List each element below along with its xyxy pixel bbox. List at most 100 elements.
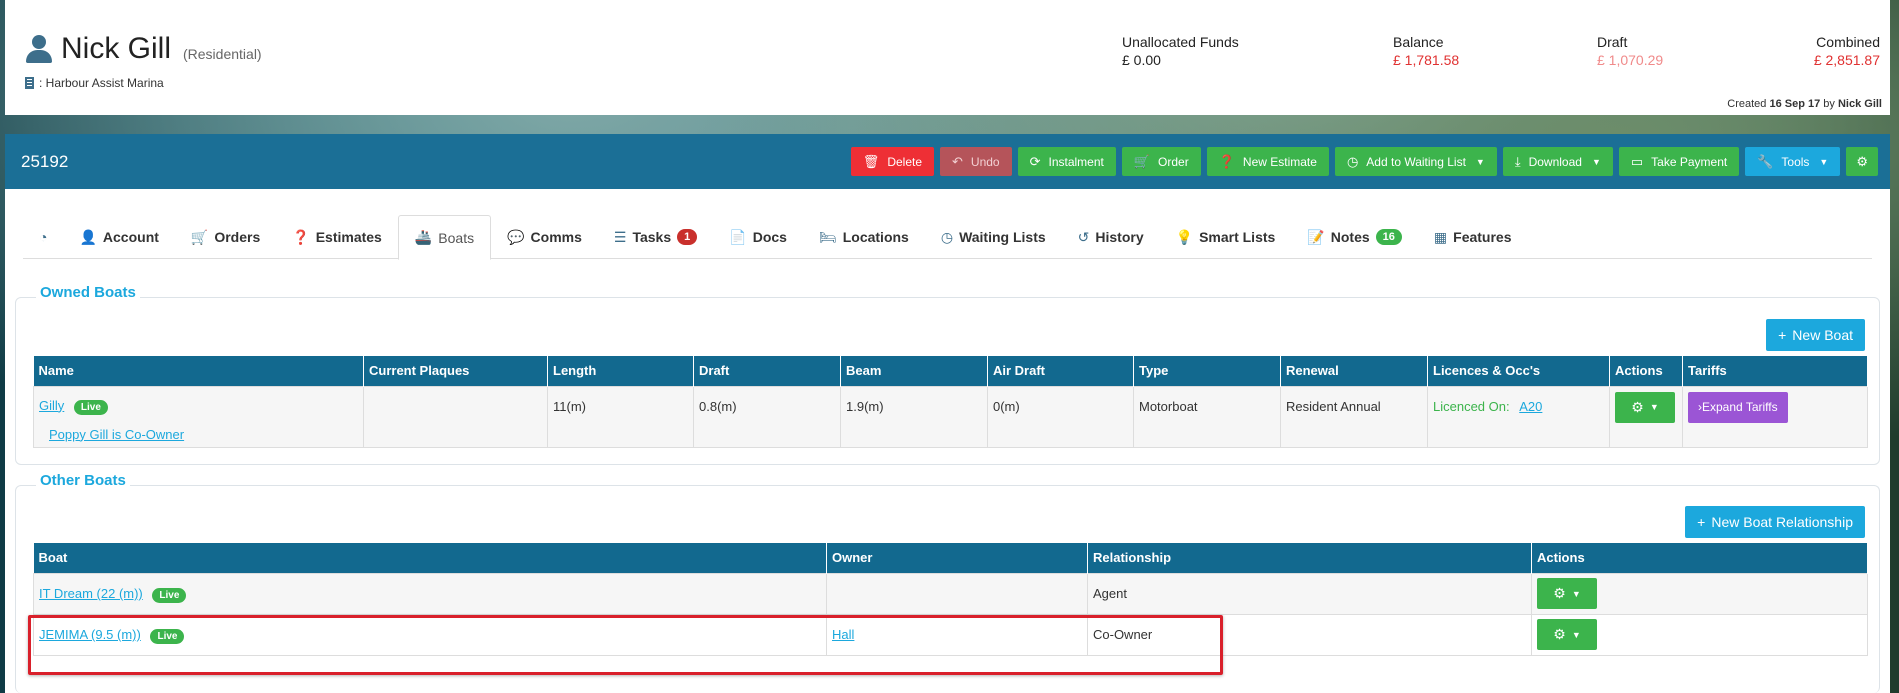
clock-icon: ◷ xyxy=(940,228,954,245)
col-owner: Owner xyxy=(826,543,1088,573)
tab-locations-label: Locations xyxy=(842,229,909,245)
undo-icon: ↶ xyxy=(952,153,963,169)
tab-docs[interactable]: 📄 Docs xyxy=(713,215,803,259)
tab-features-label: Features xyxy=(1453,229,1512,245)
undo-button[interactable]: ↶ Undo xyxy=(940,147,1012,176)
card-icon: ▭ xyxy=(1630,153,1644,169)
building-icon xyxy=(25,77,34,89)
tab-smart-lists[interactable]: 💡 Smart Lists xyxy=(1160,215,1292,259)
boat-cell: IT Dream (22 (m)) Live xyxy=(33,572,827,615)
col-actions: Actions xyxy=(1531,543,1868,573)
col-relationship: Relationship xyxy=(1087,543,1532,573)
add-to-waiting-list-button[interactable]: ◷ Add to Waiting List ▼ xyxy=(1334,147,1497,176)
unallocated-funds: Unallocated Funds £ 0.00 xyxy=(1122,34,1239,68)
tab-comms[interactable]: 💬 Comms xyxy=(491,215,598,259)
download-button[interactable]: ⤓ Download ▼ xyxy=(1502,147,1613,176)
dashboard-icon: ◔ xyxy=(39,229,48,245)
tab-comms-label: Comms xyxy=(530,229,582,245)
licenced-on-label: Licenced On: xyxy=(1433,398,1510,414)
col-name: Name xyxy=(33,356,364,386)
new-estimate-button[interactable]: ❓ New Estimate xyxy=(1206,147,1329,176)
tab-locations[interactable]: 🛏 Locations xyxy=(803,215,925,259)
order-button[interactable]: 🛒 Order xyxy=(1121,147,1201,176)
plaques-cell xyxy=(363,385,548,448)
created-user: Nick Gill xyxy=(1837,98,1882,110)
note-icon: 📝 xyxy=(1307,228,1325,245)
col-length: Length xyxy=(547,356,694,386)
tab-orders-label: Orders xyxy=(214,229,261,245)
tab-tasks[interactable]: ☰ Tasks 1 xyxy=(598,215,713,259)
actions-cell: ⚙ ▼ xyxy=(1531,572,1868,615)
col-licences: Licences & Occ's xyxy=(1427,356,1610,386)
gears-icon: ⚙ xyxy=(1553,626,1566,642)
highlight-annotation xyxy=(28,615,1223,675)
tab-boats[interactable]: 🚢 Boats xyxy=(397,215,492,260)
renewal-cell: Resident Annual xyxy=(1280,385,1428,448)
balance-value: £ 1,781.58 xyxy=(1393,52,1460,68)
tab-waiting-label: Waiting Lists xyxy=(959,229,1046,245)
tab-account[interactable]: 👤 Account xyxy=(63,215,174,259)
coowner-link[interactable]: Poppy Gill is Co-Owner xyxy=(49,427,184,442)
licence-cell: Licenced On: A20 xyxy=(1427,385,1610,448)
boat-link[interactable]: Gilly xyxy=(39,398,64,413)
gear-icon: ⚙ xyxy=(1856,153,1868,169)
new-boat-button[interactable]: + New Boat xyxy=(1766,319,1865,351)
bed-icon: 🛏 xyxy=(818,228,837,245)
tab-bar: ◔ 👤 Account 🛒 Orders ❓ Estimates 🚢 Boats 💬 Co… xyxy=(23,215,1872,260)
tab-estimates[interactable]: ❓ Estimates xyxy=(276,215,398,259)
notes-count-badge: 16 xyxy=(1375,229,1402,245)
tab-dashboard[interactable]: ◔ xyxy=(23,215,63,259)
row-actions-button[interactable]: ⚙ ▼ xyxy=(1537,578,1597,609)
order-label: Order xyxy=(1158,154,1189,169)
tab-history-label: History xyxy=(1095,229,1144,245)
customer-name: Nick Gill xyxy=(61,32,171,65)
grid-icon: ▦ xyxy=(1433,228,1448,245)
tab-notes[interactable]: 📝 Notes 16 xyxy=(1291,215,1418,259)
relationship-cell: Agent xyxy=(1087,572,1532,615)
combined-value: £ 2,851.87 xyxy=(1813,52,1880,68)
beam-cell: 1.9(m) xyxy=(840,385,988,448)
tools-button[interactable]: 🔧 Tools ▼ xyxy=(1745,147,1841,176)
take-payment-label: Take Payment xyxy=(1651,154,1728,169)
user-icon: 👤 xyxy=(79,228,97,245)
col-draft: Draft xyxy=(693,356,841,386)
expand-tariffs-button[interactable]: › Expand Tariffs xyxy=(1688,391,1788,423)
gears-icon: ⚙ xyxy=(1553,585,1566,601)
clock-icon: ◷ xyxy=(1346,153,1359,169)
draft: Draft £ 1,070.29 xyxy=(1597,34,1663,68)
owned-boats-table: Name Current Plaques Length Draft Beam A… xyxy=(33,356,1868,448)
download-label: Download xyxy=(1528,154,1582,169)
delete-button[interactable]: 🗑 Delete xyxy=(850,147,934,176)
created-by: by xyxy=(1823,98,1835,110)
tab-features[interactable]: ▦ Features xyxy=(1418,215,1528,259)
boat-link[interactable]: IT Dream (22 (m)) xyxy=(39,586,143,601)
caret-down-icon: ▼ xyxy=(1475,156,1485,167)
col-beam: Beam xyxy=(840,356,988,386)
row-actions-button[interactable]: ⚙ ▼ xyxy=(1537,619,1597,650)
boat-actions-button[interactable]: ⚙ ▼ xyxy=(1615,391,1675,423)
owned-boats-title: Owned Boats xyxy=(36,284,140,301)
new-boat-relationship-button[interactable]: + New Boat Relationship xyxy=(1685,506,1865,538)
tab-history[interactable]: ↺ History xyxy=(1062,215,1160,259)
created-info: Created 16 Sep 17 by Nick Gill xyxy=(1727,98,1882,110)
user-icon xyxy=(25,33,53,65)
take-payment-button[interactable]: ▭ Take Payment xyxy=(1618,147,1740,176)
record-toolbar: 25192 🗑 Delete ↶ Undo ⟳ Instalment 🛒 Order ❓… xyxy=(5,134,1890,189)
tab-waiting-lists[interactable]: ◷ Waiting Lists xyxy=(925,215,1062,259)
tasks-count-badge: 1 xyxy=(677,229,698,245)
actions-cell: ⚙ ▼ xyxy=(1609,385,1683,448)
marina-name: : Harbour Assist Marina xyxy=(39,76,164,90)
tab-notes-label: Notes xyxy=(1330,229,1370,245)
instalment-button[interactable]: ⟳ Instalment xyxy=(1017,147,1116,176)
settings-button[interactable]: ⚙ xyxy=(1846,147,1878,176)
cart-icon: 🛒 xyxy=(1133,153,1151,169)
balance-label: Balance xyxy=(1393,34,1444,50)
add-waiting-label: Add to Waiting List xyxy=(1366,154,1466,169)
tab-orders[interactable]: 🛒 Orders xyxy=(175,215,276,259)
ship-icon: 🚢 xyxy=(414,229,433,245)
tab-docs-label: Docs xyxy=(752,229,787,245)
caret-down-icon: ▼ xyxy=(1591,156,1601,167)
combined-label: Combined xyxy=(1816,34,1880,50)
licence-link[interactable]: A20 xyxy=(1519,399,1542,414)
plus-icon: + xyxy=(1697,514,1706,530)
